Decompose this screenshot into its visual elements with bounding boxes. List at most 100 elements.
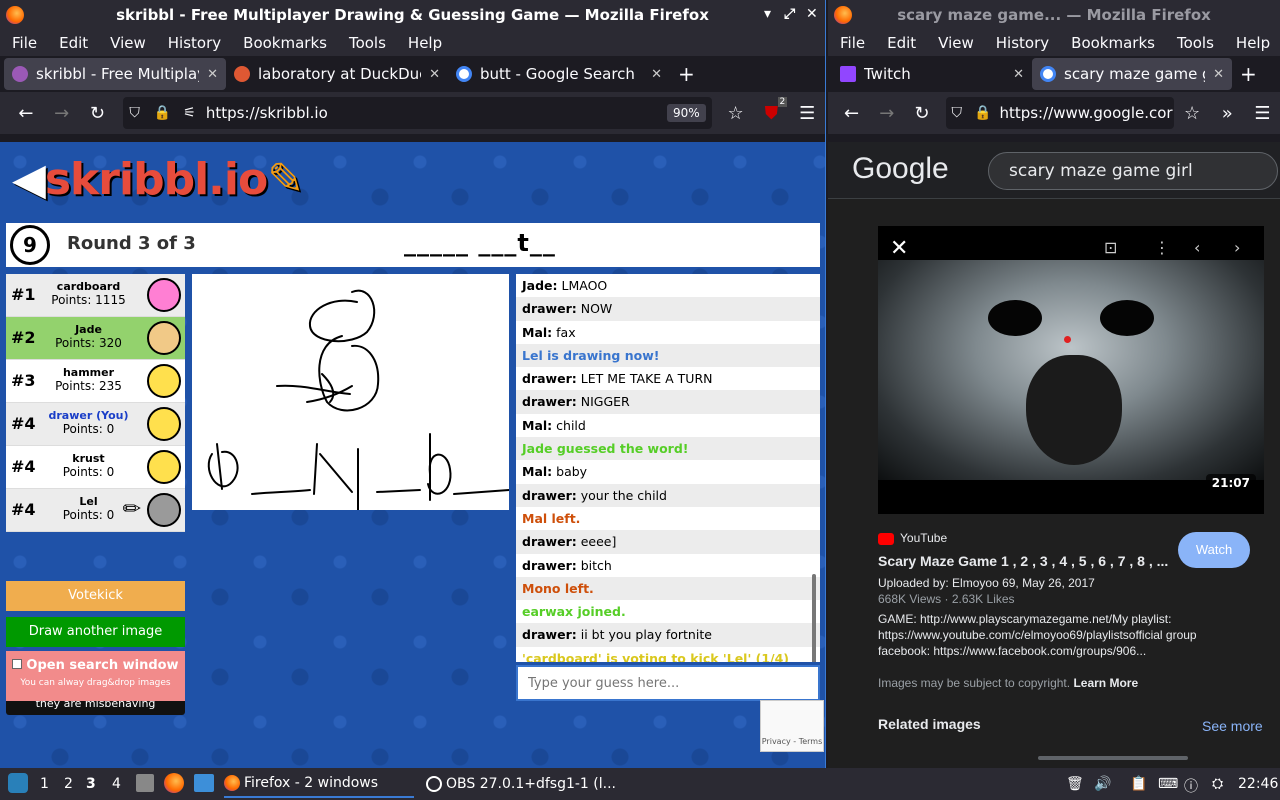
player-row[interactable]: #4 Lel Points: 0 ✏ — [6, 489, 185, 532]
close-tab-icon[interactable]: ✕ — [651, 67, 662, 82]
shield-icon[interactable]: ⛉ — [129, 105, 140, 121]
url-text[interactable]: https://www.google.cor — [999, 104, 1172, 122]
skribbl-logo: ◀skribbl.io✎ — [12, 154, 304, 205]
open-search-button[interactable]: Open search window You can alway drag&dr… — [6, 651, 185, 701]
menu-history[interactable]: History — [996, 34, 1049, 52]
menu-edit[interactable]: Edit — [59, 34, 88, 52]
recaptcha-badge[interactable]: Privacy - Terms — [760, 700, 824, 752]
start-menu-icon[interactable] — [8, 773, 28, 793]
hamburger-menu-icon[interactable]: ☰ — [789, 103, 825, 124]
menu-bookmarks[interactable]: Bookmarks — [1071, 34, 1155, 52]
keyboard-icon[interactable]: ⌨ — [1158, 776, 1178, 792]
menu-history[interactable]: History — [168, 34, 221, 52]
chat-scroll-thumb[interactable] — [812, 574, 816, 662]
url-bar[interactable]: ⛉ 🔒 https://www.google.cor — [945, 97, 1175, 129]
lock-icon[interactable]: 🔒 — [974, 105, 991, 121]
menu-tools[interactable]: Tools — [349, 34, 386, 52]
tab-skribbl[interactable]: skribbl - Free Multiplayer ✕ — [4, 58, 226, 90]
next-icon[interactable]: › — [1234, 238, 1240, 257]
tab-google-images[interactable]: scary maze game girl ✕ — [1032, 58, 1232, 90]
menu-view[interactable]: View — [110, 34, 146, 52]
close-tab-icon[interactable]: ✕ — [1213, 67, 1224, 82]
reload-icon[interactable]: ↻ — [80, 103, 116, 124]
url-text[interactable]: https://skribbl.io — [206, 104, 328, 122]
chat-scrollbar[interactable] — [810, 278, 818, 662]
taskbar-obs[interactable]: OBS 27.0.1+dfsg1-1 (l... — [426, 776, 616, 792]
checkbox[interactable] — [12, 659, 23, 669]
network-icon[interactable]: ⛭ — [1212, 776, 1223, 792]
firefox-launcher-icon[interactable] — [164, 773, 184, 793]
more-options-icon[interactable]: ⋮ — [1154, 238, 1170, 257]
forward-icon[interactable]: → — [44, 103, 80, 124]
watch-button[interactable]: Watch — [1178, 532, 1250, 568]
draw-another-button[interactable]: Draw another image — [6, 617, 185, 647]
new-tab-icon[interactable]: + — [670, 58, 710, 90]
menu-file[interactable]: File — [12, 34, 37, 52]
workspace-2[interactable]: 2 — [64, 776, 73, 792]
chat-text: NIGGER — [576, 394, 630, 410]
google-logo[interactable]: Google — [852, 152, 949, 186]
url-bar[interactable]: ⛉ 🔒 ⚟ https://skribbl.io 90% — [123, 97, 712, 129]
menu-view[interactable]: View — [938, 34, 974, 52]
close-tab-icon[interactable]: ✕ — [1013, 67, 1024, 82]
prev-icon[interactable]: ‹ — [1194, 238, 1200, 257]
close-icon[interactable]: ✕ — [806, 6, 818, 22]
speaker-icon[interactable]: ◀ — [12, 154, 46, 205]
workspace-1[interactable]: 1 — [40, 776, 49, 792]
maximize-icon[interactable]: ⤢ — [784, 6, 795, 22]
tab-duckduckgo[interactable]: laboratory at DuckDuckG ✕ — [226, 58, 448, 90]
player-row[interactable]: #1 cardboard Points: 1115 — [6, 274, 185, 317]
player-row[interactable]: #4 krust Points: 0 — [6, 446, 185, 489]
hamburger-menu-icon[interactable]: ☰ — [1245, 103, 1280, 124]
tab-google[interactable]: butt - Google Search ✕ — [448, 58, 670, 90]
scary-face-image[interactable] — [878, 260, 1264, 480]
menu-help[interactable]: Help — [408, 34, 442, 52]
tab-twitch[interactable]: Twitch ✕ — [832, 58, 1032, 90]
new-tab-icon[interactable]: + — [1232, 58, 1272, 90]
bookmark-star-icon[interactable]: ☆ — [718, 103, 754, 124]
clipboard-icon[interactable]: 📋 — [1130, 776, 1147, 792]
file-manager-icon[interactable] — [136, 774, 154, 792]
lock-icon[interactable]: 🔒 — [154, 105, 171, 121]
close-preview-icon[interactable]: ✕ — [890, 236, 908, 261]
menu-edit[interactable]: Edit — [887, 34, 916, 52]
back-icon[interactable]: ← — [8, 103, 44, 124]
player-row[interactable]: #3 hammer Points: 235 — [6, 360, 185, 403]
guess-input[interactable] — [518, 667, 818, 699]
ublock-icon[interactable]: ⛊ 2 — [753, 96, 789, 124]
votekick-button[interactable]: Votekick — [6, 581, 185, 611]
tray-trash-icon[interactable]: 🗑 — [1066, 776, 1084, 792]
see-more-link[interactable]: See more — [1202, 718, 1263, 734]
learn-more-link[interactable]: Learn More — [1073, 676, 1138, 690]
player-avatar — [147, 493, 181, 527]
player-row[interactable]: #2 Jade Points: 320 — [6, 317, 185, 360]
menu-file[interactable]: File — [840, 34, 865, 52]
permissions-icon[interactable]: ⚟ — [183, 105, 196, 121]
taskbar-firefox[interactable]: Firefox - 2 windows — [224, 768, 414, 798]
menu-tools[interactable]: Tools — [1177, 34, 1214, 52]
video-title[interactable]: Scary Maze Game 1 , 2 , 3 , 4 , 5 , 6 , … — [878, 553, 1170, 569]
minimize-icon[interactable]: ▾ — [764, 6, 771, 22]
menu-bookmarks[interactable]: Bookmarks — [243, 34, 327, 52]
round-label: Round 3 of 3 — [67, 233, 196, 254]
menu-help[interactable]: Help — [1236, 34, 1270, 52]
update-icon[interactable]: ⓘ — [1184, 776, 1198, 796]
overflow-icon[interactable]: » — [1210, 103, 1245, 124]
reload-icon[interactable]: ↻ — [904, 103, 939, 124]
lens-icon[interactable]: ⊡ — [1104, 238, 1117, 257]
horizontal-scrollbar[interactable] — [1038, 756, 1188, 760]
drawing-canvas[interactable] — [192, 274, 510, 511]
back-icon[interactable]: ← — [834, 103, 869, 124]
shield-icon[interactable]: ⛉ — [952, 105, 963, 121]
player-row[interactable]: #4 drawer (You) Points: 0 — [6, 403, 185, 446]
volume-icon[interactable]: 🔊 — [1094, 776, 1111, 792]
desktop-icon[interactable] — [194, 774, 214, 792]
zoom-level[interactable]: 90% — [667, 104, 706, 122]
workspace-3[interactable]: 3 — [86, 776, 96, 792]
close-tab-icon[interactable]: ✕ — [429, 67, 440, 82]
forward-icon[interactable]: → — [869, 103, 904, 124]
bookmark-star-icon[interactable]: ☆ — [1174, 103, 1209, 124]
google-search-box[interactable]: scary maze game girl — [988, 152, 1278, 190]
workspace-4[interactable]: 4 — [112, 776, 121, 792]
close-tab-icon[interactable]: ✕ — [207, 67, 218, 82]
